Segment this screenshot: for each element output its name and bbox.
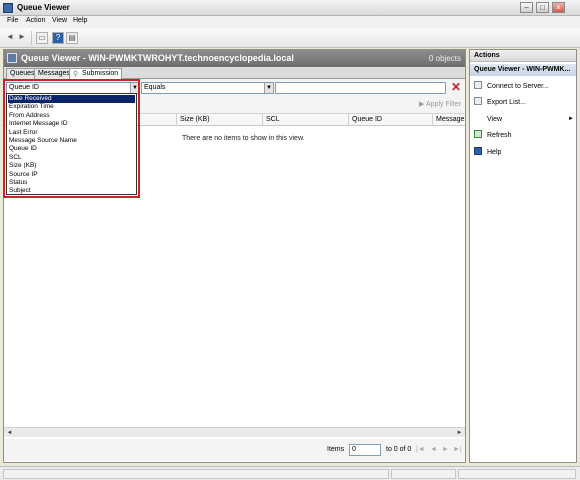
next-page-icon[interactable]: ► bbox=[442, 446, 449, 453]
action-export-list[interactable]: Export List... bbox=[474, 97, 526, 108]
minimize-button[interactable]: – bbox=[520, 2, 533, 13]
pager-items-input[interactable]: 0 bbox=[349, 444, 381, 456]
export-icon bbox=[474, 97, 482, 105]
filter-operator-value: Equals bbox=[144, 84, 166, 91]
column-header-scl[interactable]: SCL bbox=[263, 114, 349, 126]
menu-file[interactable]: File bbox=[7, 17, 18, 24]
column-header-size[interactable]: Size (KB) bbox=[177, 114, 263, 126]
empty-list-message: There are no items to show in this view. bbox=[182, 135, 305, 142]
toolbar: ◄ ► ▭ ? ▤ bbox=[0, 28, 580, 48]
menu-help[interactable]: Help bbox=[73, 17, 87, 24]
action-refresh-label: Refresh bbox=[487, 132, 512, 139]
first-page-icon[interactable]: |◄ bbox=[416, 446, 425, 453]
object-count: 0 objects bbox=[428, 54, 461, 63]
remove-filter-icon[interactable]: ✕ bbox=[450, 81, 462, 93]
action-help-label: Help bbox=[487, 149, 502, 156]
tab-strip: Queues Messages ⚲ Submission bbox=[4, 67, 465, 80]
actions-header: Actions bbox=[470, 50, 576, 62]
action-view[interactable]: View bbox=[474, 114, 502, 125]
connect-icon bbox=[474, 81, 482, 89]
annotation-highlight-box bbox=[3, 79, 140, 198]
tab-submission-label: Submission bbox=[82, 70, 119, 77]
column-header-queue-id[interactable]: Queue ID bbox=[349, 114, 433, 126]
status-segment-secondary bbox=[391, 469, 456, 479]
action-connect-to-server[interactable]: Connect to Server... bbox=[474, 81, 549, 92]
action-help[interactable]: Help bbox=[474, 147, 501, 158]
queue-viewer-app-icon bbox=[3, 3, 13, 13]
show-action-pane-icon[interactable]: ▤ bbox=[66, 32, 78, 44]
horizontal-scrollbar[interactable]: ◄ ► bbox=[4, 427, 465, 437]
previous-page-icon[interactable]: ◄ bbox=[430, 446, 437, 453]
chevron-down-icon[interactable]: ▼ bbox=[264, 83, 273, 93]
menu-bar: File Action View Help bbox=[0, 16, 580, 28]
toolbar-separator bbox=[31, 31, 32, 45]
status-segment-main bbox=[3, 469, 389, 479]
queue-viewer-icon bbox=[7, 53, 17, 63]
pager-items-label: Items bbox=[327, 446, 345, 453]
panel-header: Queue Viewer - WIN-PWMKTWROHYT.technoenc… bbox=[4, 50, 465, 67]
refresh-icon bbox=[474, 130, 482, 138]
pager-bar: Items 0 to 0 of 0 |◄ ◄ ► ►| bbox=[4, 439, 465, 461]
column-header-message-source[interactable]: Message S bbox=[433, 114, 465, 126]
scroll-left-icon[interactable]: ◄ bbox=[5, 429, 14, 437]
tab-messages[interactable]: Messages bbox=[34, 68, 74, 79]
status-segment-right bbox=[458, 469, 576, 479]
menu-action[interactable]: Action bbox=[26, 17, 45, 24]
filter-criteria-input[interactable] bbox=[275, 82, 446, 94]
status-bar bbox=[0, 466, 580, 480]
apply-filter-icon: ▶ bbox=[419, 101, 426, 108]
action-view-label: View bbox=[487, 116, 503, 123]
apply-filter-label: Apply Filter bbox=[425, 101, 461, 108]
menu-view[interactable]: View bbox=[52, 17, 67, 24]
show-hide-console-tree-icon[interactable]: ▭ bbox=[36, 32, 48, 44]
maximize-button[interactable]: □ bbox=[536, 2, 549, 13]
filter-operator-select[interactable]: Equals ▼ bbox=[141, 82, 274, 94]
action-export-label: Export List... bbox=[487, 99, 526, 106]
close-button[interactable]: × bbox=[552, 2, 565, 13]
action-refresh[interactable]: Refresh bbox=[474, 130, 512, 141]
back-icon[interactable]: ◄ bbox=[4, 32, 16, 44]
actions-section-header[interactable]: Queue Viewer - WIN-PWMK... bbox=[470, 64, 576, 76]
panel-title: Queue Viewer - WIN-PWMKTWROHYT.technoenc… bbox=[21, 53, 294, 63]
actions-pane: Actions Queue Viewer - WIN-PWMK... Conne… bbox=[469, 49, 577, 463]
forward-icon[interactable]: ► bbox=[16, 32, 28, 44]
apply-filter-button[interactable]: ▶ Apply Filter bbox=[419, 100, 461, 108]
help-icon[interactable]: ? bbox=[52, 32, 64, 44]
action-connect-label: Connect to Server... bbox=[487, 83, 549, 90]
pager-total: to 0 of 0 bbox=[386, 446, 412, 453]
last-page-icon[interactable]: ►| bbox=[453, 446, 462, 453]
scroll-right-icon[interactable]: ► bbox=[455, 429, 464, 437]
help-icon bbox=[474, 147, 482, 155]
window-title: Queue Viewer bbox=[17, 3, 70, 12]
title-bar: Queue Viewer – □ × bbox=[0, 0, 580, 16]
submenu-arrow-icon: ► bbox=[568, 116, 574, 122]
